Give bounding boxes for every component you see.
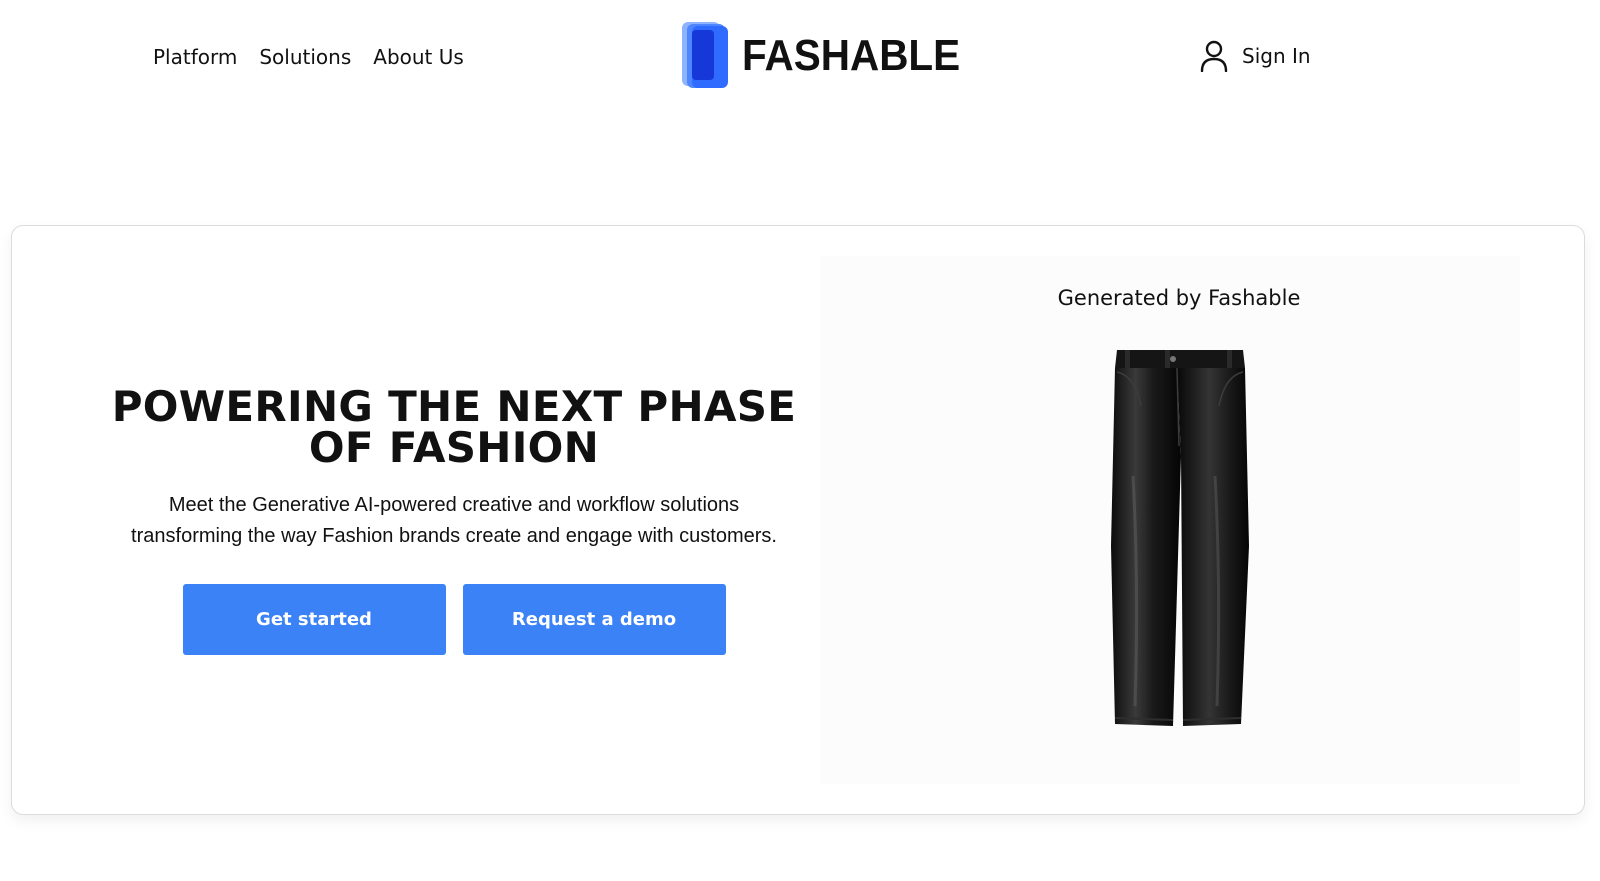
generated-by-label: Generated by Fashable xyxy=(1057,286,1301,310)
nav-platform-link[interactable]: Platform xyxy=(153,42,237,72)
user-icon xyxy=(1200,40,1228,72)
hero-buttons: Get started Request a demo xyxy=(109,584,799,655)
sign-in-label: Sign In xyxy=(1242,44,1311,68)
hero-text-block: POWERING THE NEXT PHASE OF FASHION Meet … xyxy=(109,386,799,655)
nav-solutions-link[interactable]: Solutions xyxy=(259,42,351,72)
hero-description-line-2: transforming the way Fashion brands crea… xyxy=(131,525,777,547)
get-started-button[interactable]: Get started xyxy=(182,584,446,655)
main-nav: Platform Solutions About Us xyxy=(153,42,464,72)
logo-wordmark: FASHABLE xyxy=(742,31,961,80)
site-header: Platform Solutions About Us FASHABLE Sig… xyxy=(0,0,1600,114)
request-demo-button[interactable]: Request a demo xyxy=(462,584,726,655)
layered-card-logo-icon xyxy=(682,22,730,90)
hero-card: POWERING THE NEXT PHASE OF FASHION Meet … xyxy=(11,225,1585,815)
generated-showcase: Generated by Fashable xyxy=(820,256,1520,784)
fashable-logo[interactable]: FASHABLE xyxy=(682,22,979,90)
hero-description-line-1: Meet the Generative AI-powered creative … xyxy=(168,494,740,516)
sign-in-link[interactable]: Sign In xyxy=(1200,40,1311,72)
hero-description: Meet the Generative AI-powered creative … xyxy=(109,490,799,552)
hero-title: POWERING THE NEXT PHASE OF FASHION xyxy=(109,382,799,472)
hero-title-line-1: POWERING THE NEXT PHASE xyxy=(111,382,797,431)
black-leather-pants-image xyxy=(1111,350,1249,726)
nav-about-us-link[interactable]: About Us xyxy=(373,42,464,72)
hero-title-line-2: OF FASHION xyxy=(308,423,600,472)
